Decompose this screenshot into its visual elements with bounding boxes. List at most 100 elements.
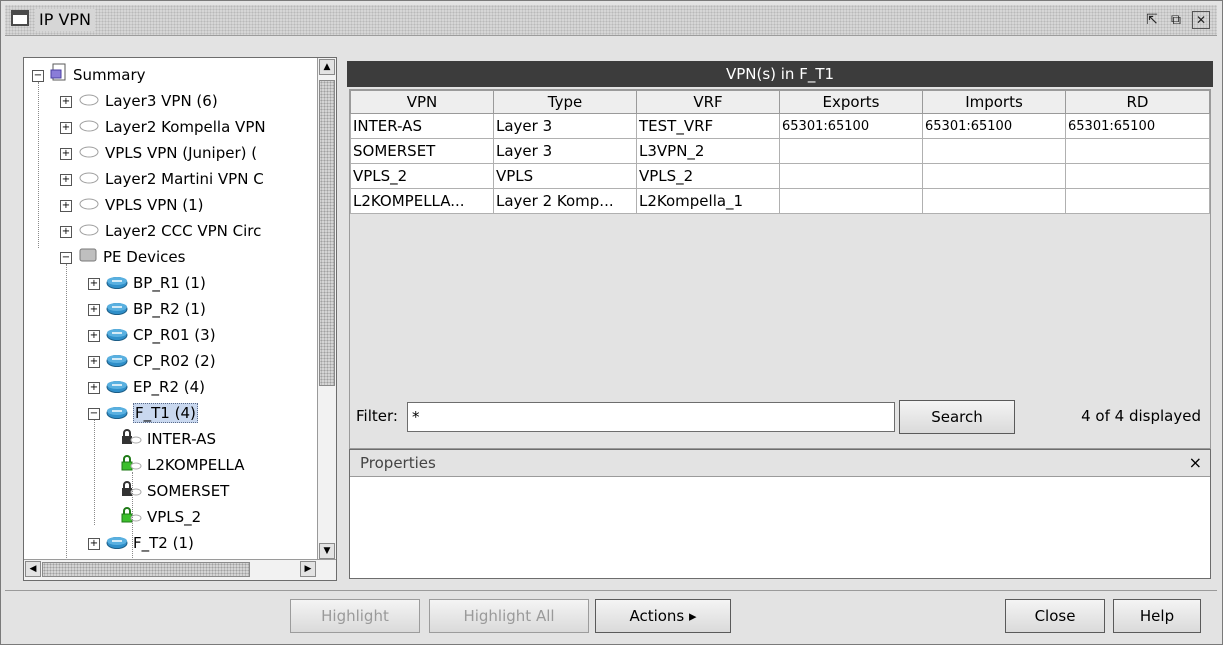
cell-type: Layer 3 — [493, 113, 637, 139]
tree-item[interactable]: − F_T1 (4) — [88, 401, 198, 425]
tree-item[interactable]: INTER-AS — [116, 427, 216, 451]
collapse-icon[interactable]: − — [32, 69, 44, 82]
table-row[interactable]: INTER-AS Layer 3 TEST_VRF 65301:65100 65301:… — [350, 113, 1210, 139]
tree-item[interactable]: + VPLS VPN (Juniper) ( — [60, 141, 257, 165]
search-button[interactable]: Search — [899, 400, 1015, 434]
split-pane-divider[interactable] — [338, 57, 344, 585]
title-bar[interactable]: IP VPN ⇱ ⧉ ✕ — [5, 5, 1217, 36]
help-button[interactable]: Help — [1113, 599, 1201, 633]
filter-label: Filter: — [356, 407, 398, 425]
table-row[interactable]: SOMERSET Layer 3 L3VPN_2 — [350, 138, 1210, 164]
actions-button[interactable]: Actions ▸ — [595, 599, 731, 633]
expand-icon[interactable]: + — [88, 329, 100, 342]
properties-panel: Properties × — [349, 449, 1211, 579]
lock-icon — [120, 454, 142, 478]
cell-vrf: L2Kompella_1 — [636, 188, 780, 214]
cell-exports: 65301:65100 — [779, 113, 923, 139]
collapse-icon[interactable]: − — [88, 407, 100, 420]
tree-item[interactable]: + Layer3 VPN (6) — [60, 89, 218, 113]
expand-icon[interactable]: + — [60, 95, 72, 108]
column-header-rd[interactable]: RD — [1065, 90, 1210, 114]
table-row[interactable]: L2KOMPELLA... Layer 2 Komp... L2Kompella_1 — [350, 188, 1210, 214]
expand-icon[interactable]: + — [60, 121, 72, 134]
router-icon — [106, 324, 128, 348]
tree-item[interactable]: VPLS_2 — [116, 505, 201, 529]
tree-item-label: VPLS_2 — [147, 508, 202, 526]
tree-item[interactable]: + F_T2 (1) — [88, 531, 194, 555]
tree-item-label: VPLS VPN (Juniper) ( — [105, 144, 258, 162]
tree-vertical-scrollbar[interactable]: ▲ ▼ — [317, 58, 336, 560]
button-bar: Highlight Highlight All Actions ▸ Close … — [5, 590, 1217, 641]
scroll-right-arrow-icon[interactable]: ▶ — [300, 561, 316, 577]
filter-input[interactable] — [407, 402, 895, 432]
cell-type: Layer 2 Komp... — [493, 188, 637, 214]
maximize-icon[interactable]: ⧉ — [1167, 11, 1185, 29]
tree-item-label: VPLS VPN (1) — [105, 196, 204, 214]
summary-icon — [50, 63, 68, 88]
expand-icon[interactable]: + — [60, 225, 72, 238]
undock-icon[interactable]: ⇱ — [1143, 11, 1161, 29]
expand-icon[interactable]: + — [88, 303, 100, 316]
tree-item-label: Layer2 Martini VPN C — [105, 170, 264, 188]
vpn-table: VPN Type VRF Exports Imports RD INTER-AS… — [350, 90, 1210, 214]
close-icon[interactable]: × — [1189, 450, 1202, 476]
tree-item-label: F_T1 (4) — [133, 403, 198, 423]
column-header-imports[interactable]: Imports — [922, 90, 1066, 114]
table-row[interactable]: VPLS_2 VPLS VPLS_2 — [350, 163, 1210, 189]
tree-guide-line — [94, 420, 95, 525]
cell-exports — [779, 138, 923, 164]
close-button[interactable]: Close — [1005, 599, 1105, 633]
scroll-down-arrow-icon[interactable]: ▼ — [319, 543, 335, 559]
expand-icon[interactable]: + — [88, 277, 100, 290]
expand-icon[interactable]: + — [88, 537, 100, 550]
tree-item[interactable]: − Summary — [32, 63, 146, 87]
cell-imports — [922, 188, 1066, 214]
cell-vpn: INTER-AS — [350, 113, 494, 139]
tree-item[interactable]: + Layer2 Kompella VPN — [60, 115, 266, 139]
cell-vpn: L2KOMPELLA... — [350, 188, 494, 214]
tree-item[interactable]: + Layer2 CCC VPN Circ — [60, 219, 261, 243]
vpn-table-container: VPN Type VRF Exports Imports RD INTER-AS… — [349, 89, 1211, 449]
vpn-detail-panel: VPN(s) in F_T1 VPN Type VRF Exports Impo… — [347, 61, 1213, 585]
expand-icon[interactable]: + — [60, 147, 72, 160]
tree-item[interactable]: + VPLS VPN (1) — [60, 193, 204, 217]
properties-header: Properties × — [350, 450, 1210, 477]
column-header-vpn[interactable]: VPN — [350, 90, 494, 114]
tree-item[interactable]: + CP_R01 (3) — [88, 323, 216, 347]
tree-item[interactable]: − PE Devices — [60, 245, 185, 269]
tree-item[interactable]: L2KOMPELLA — [116, 453, 245, 477]
tree-item[interactable]: + BP_R2 (1) — [88, 297, 206, 321]
cell-rd — [1065, 188, 1210, 214]
close-icon[interactable]: ✕ — [1192, 11, 1210, 29]
highlight-button[interactable]: Highlight — [290, 599, 420, 633]
vpn-table-title: VPN(s) in F_T1 — [347, 61, 1213, 87]
tree-item[interactable]: + Layer2 Martini VPN C — [60, 167, 264, 191]
tree-item[interactable]: + CP_R02 (2) — [88, 349, 216, 373]
highlight-all-button[interactable]: Highlight All — [429, 599, 589, 633]
scroll-thumb[interactable] — [319, 80, 335, 386]
tree-item[interactable]: + BP_R1 (1) — [88, 271, 206, 295]
tree-item[interactable]: SOMERSET — [116, 479, 229, 503]
cell-vrf: L3VPN_2 — [636, 138, 780, 164]
tree-item-label: BP_R1 (1) — [133, 274, 206, 292]
scroll-up-arrow-icon[interactable]: ▲ — [319, 59, 335, 75]
column-header-vrf[interactable]: VRF — [636, 90, 780, 114]
cloud-icon — [78, 220, 100, 244]
column-header-exports[interactable]: Exports — [779, 90, 923, 114]
expand-icon[interactable]: + — [60, 173, 72, 186]
tree-guide-line — [66, 264, 67, 560]
scroll-left-arrow-icon[interactable]: ◀ — [25, 561, 41, 577]
cell-rd — [1065, 138, 1210, 164]
cell-imports: 65301:65100 — [922, 113, 1066, 139]
cloud-icon — [78, 168, 100, 192]
column-header-type[interactable]: Type — [493, 90, 637, 114]
collapse-icon[interactable]: − — [60, 251, 72, 264]
scroll-thumb[interactable] — [42, 562, 250, 577]
tree-horizontal-scrollbar[interactable]: ◀ ▶ — [24, 559, 336, 580]
vpn-tree[interactable]: − Summary + Layer3 VPN (6) + Layer2 Kompella … — [24, 58, 314, 560]
ip-vpn-window: IP VPN ⇱ ⧉ ✕ − Summary + Layer3 VPN (6) + Lay… — [0, 0, 1223, 645]
expand-icon[interactable]: + — [88, 381, 100, 394]
expand-icon[interactable]: + — [88, 355, 100, 368]
tree-item[interactable]: + EP_R2 (4) — [88, 375, 205, 399]
expand-icon[interactable]: + — [60, 199, 72, 212]
